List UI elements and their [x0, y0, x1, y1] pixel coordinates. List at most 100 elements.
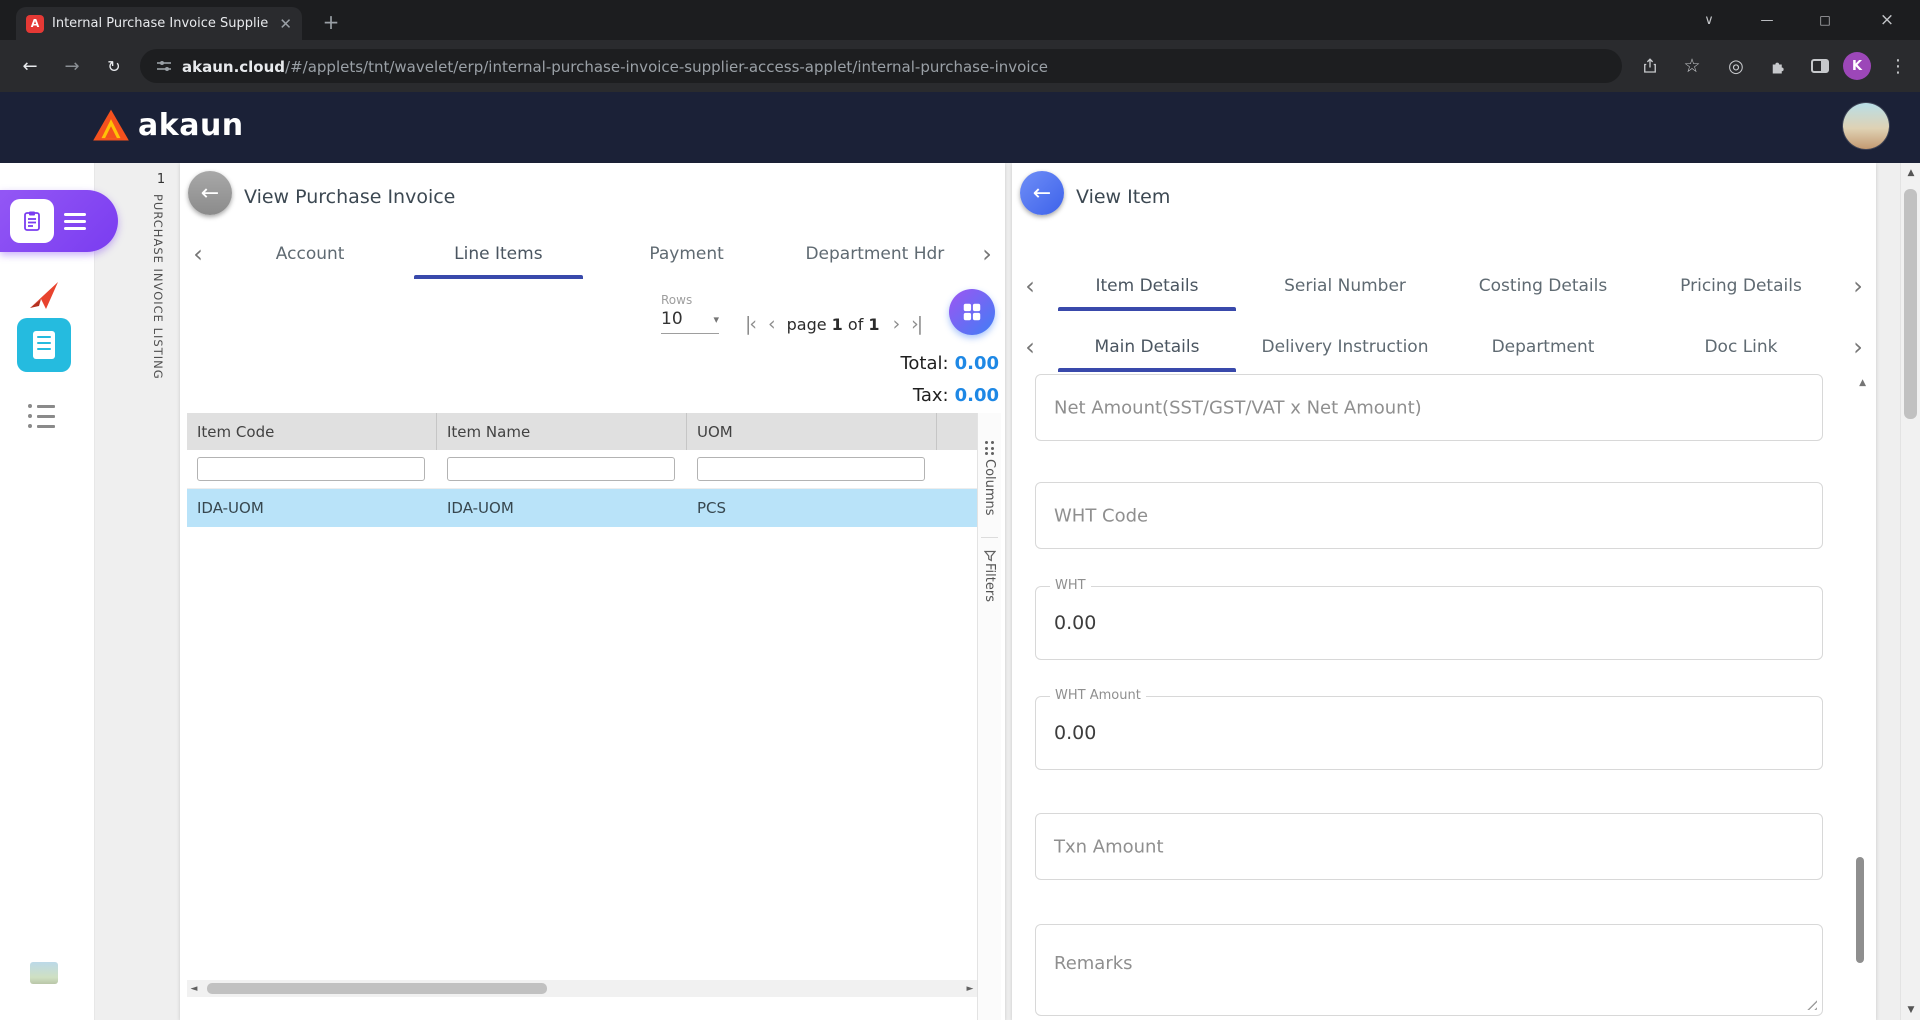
tab-item-details[interactable]: Item Details [1048, 261, 1246, 311]
tab-line-items[interactable]: Line Items [404, 229, 592, 279]
tab-pricing-details[interactable]: Pricing Details [1642, 261, 1840, 311]
app-header: akaun [0, 92, 1920, 163]
forward-nav-icon[interactable]: → [58, 52, 86, 80]
bookmark-star-icon[interactable]: ☆ [1678, 53, 1706, 79]
filter-input-item-code[interactable] [197, 457, 425, 481]
column-header-uom[interactable]: UOM [687, 413, 937, 450]
column-header-spacer [937, 413, 977, 450]
txn-amount-field[interactable]: Txn Amount [1035, 813, 1823, 880]
site-info-icon[interactable] [156, 58, 172, 74]
wht-amount-value: 0.00 [1054, 722, 1096, 744]
invoice-tabs-scroll-right-icon[interactable]: › [969, 229, 1005, 279]
table-horizontal-scrollbar[interactable]: ◄ ► [187, 980, 977, 997]
filter-input-uom[interactable] [697, 457, 925, 481]
tab-costing-details[interactable]: Costing Details [1444, 261, 1642, 311]
bottom-image-thumbnail[interactable] [30, 962, 58, 984]
tab-close-icon[interactable]: ✕ [279, 15, 292, 33]
tab-account[interactable]: Account [216, 229, 404, 279]
wht-field[interactable]: WHT 0.00 [1035, 586, 1823, 660]
browser-toolbar: ← → ↻ akaun.cloud/#/applets/tnt/wavelet/… [0, 40, 1920, 92]
net-amount-field[interactable]: Net Amount(SST/GST/VAT x Net Amount) [1035, 374, 1823, 441]
tab-department[interactable]: Department [1444, 322, 1642, 372]
total-value: 0.00 [955, 353, 999, 374]
cell-uom: PCS [697, 499, 726, 517]
invoice-applet-icon[interactable] [17, 318, 71, 372]
red-applet-icon[interactable] [26, 278, 62, 316]
side-panel-icon[interactable] [1806, 53, 1834, 79]
form-scroll-thumb[interactable] [1856, 857, 1864, 963]
invoice-tabs-scroll-left-icon[interactable]: ‹ [180, 229, 216, 279]
table-row-selected[interactable]: IDA-UOM IDA-UOM PCS [187, 489, 977, 527]
browser-menu-kebab-icon[interactable]: ⋮ [1884, 53, 1912, 79]
wht-value: 0.00 [1054, 612, 1096, 634]
column-header-uom-label: UOM [697, 423, 733, 441]
tab-search-icon[interactable]: ∨ [1686, 0, 1732, 40]
extension-target-icon[interactable]: ◎ [1722, 53, 1750, 79]
view-purchase-invoice-panel: ← View Purchase Invoice ‹ Account Line I… [180, 163, 1005, 1020]
browser-tab-strip: A Internal Purchase Invoice Supplie ✕ + … [0, 0, 1920, 40]
tab-delivery-instruction[interactable]: Delivery Instruction [1246, 322, 1444, 372]
tab-pricing-details-label: Pricing Details [1680, 276, 1802, 296]
tab-serial-number[interactable]: Serial Number [1246, 261, 1444, 311]
item-panel-title: View Item [1076, 186, 1170, 208]
tab-line-items-label: Line Items [454, 244, 542, 264]
tab-payment[interactable]: Payment [593, 229, 781, 279]
columns-tool-button[interactable]: Columns [982, 459, 997, 516]
app-logo[interactable]: akaun [92, 107, 244, 143]
reload-icon[interactable]: ↻ [100, 52, 128, 80]
textarea-resize-handle-icon[interactable] [1805, 998, 1817, 1010]
active-applet-pill[interactable] [0, 190, 118, 252]
page-scrollbar[interactable]: ▲ ▼ [1900, 163, 1920, 1020]
tab-department-hdr[interactable]: Department Hdr [781, 229, 969, 279]
column-header-item-code[interactable]: Item Code [187, 413, 437, 450]
page-current: 1 [832, 315, 843, 334]
pagination: |‹ ‹ page 1 of 1 › ›| [745, 313, 921, 335]
scroll-left-arrow-icon[interactable]: ◄ [187, 980, 201, 997]
window-close-icon[interactable]: × [1864, 0, 1910, 40]
item-tabs1-scroll-right-icon[interactable]: › [1840, 261, 1876, 311]
tab-department-label: Department [1492, 337, 1595, 357]
wht-amount-field[interactable]: WHT Amount 0.00 [1035, 696, 1823, 770]
column-header-item-name[interactable]: Item Name [437, 413, 687, 450]
wht-code-field[interactable]: WHT Code [1035, 482, 1823, 549]
site-favicon: A [26, 15, 44, 33]
filters-tool-button[interactable]: Filters [982, 563, 997, 602]
address-bar[interactable]: akaun.cloud/#/applets/tnt/wavelet/erp/in… [140, 49, 1622, 83]
scroll-right-arrow-icon[interactable]: ► [963, 980, 977, 997]
tab-doc-link[interactable]: Doc Link [1642, 322, 1840, 372]
app-logo-text: akaun [138, 108, 244, 143]
invoice-back-button[interactable]: ← [188, 171, 232, 215]
url-path: /#/applets/tnt/wavelet/erp/internal-purc… [285, 58, 1048, 76]
page-scroll-thumb[interactable] [1904, 189, 1917, 419]
page-scroll-up-icon[interactable]: ▲ [1901, 165, 1920, 181]
grid-view-fab[interactable] [949, 289, 995, 335]
share-icon[interactable] [1636, 53, 1664, 79]
extensions-puzzle-icon[interactable] [1764, 53, 1792, 79]
tab-main-details[interactable]: Main Details [1048, 322, 1246, 372]
listing-menu-icon[interactable] [28, 404, 55, 428]
listing-vertical-label[interactable]: PURCHASE INVOICE LISTING [151, 194, 165, 380]
item-tabs2-scroll-right-icon[interactable]: › [1840, 322, 1876, 372]
page-scroll-down-icon[interactable]: ▼ [1901, 1002, 1920, 1018]
user-avatar[interactable] [1843, 103, 1889, 149]
back-nav-icon[interactable]: ← [16, 52, 44, 80]
form-scroll-up-icon[interactable]: ▲ [1859, 378, 1866, 388]
item-back-button[interactable]: ← [1020, 171, 1064, 215]
first-page-icon[interactable]: |‹ [745, 313, 755, 335]
rows-per-page-label: Rows [661, 293, 692, 307]
tab-delivery-instruction-label: Delivery Instruction [1262, 337, 1429, 357]
previous-page-icon[interactable]: ‹ [768, 313, 774, 335]
browser-profile-avatar[interactable]: K [1843, 52, 1871, 80]
item-tabs2-scroll-left-icon[interactable]: ‹ [1012, 322, 1048, 372]
item-tabs1-scroll-left-icon[interactable]: ‹ [1012, 261, 1048, 311]
window-minimize-icon[interactable]: — [1744, 0, 1790, 40]
next-page-icon[interactable]: › [893, 313, 899, 335]
browser-tab[interactable]: A Internal Purchase Invoice Supplie ✕ [16, 7, 302, 40]
remarks-field[interactable]: Remarks [1035, 924, 1823, 1016]
rows-per-page-select[interactable]: 10 ▾ [661, 309, 719, 334]
new-tab-button[interactable]: + [318, 9, 344, 35]
filter-input-item-name[interactable] [447, 457, 675, 481]
window-maximize-icon[interactable]: □ [1802, 0, 1848, 40]
last-page-icon[interactable]: ›| [911, 313, 921, 335]
horizontal-scroll-thumb[interactable] [207, 983, 547, 994]
